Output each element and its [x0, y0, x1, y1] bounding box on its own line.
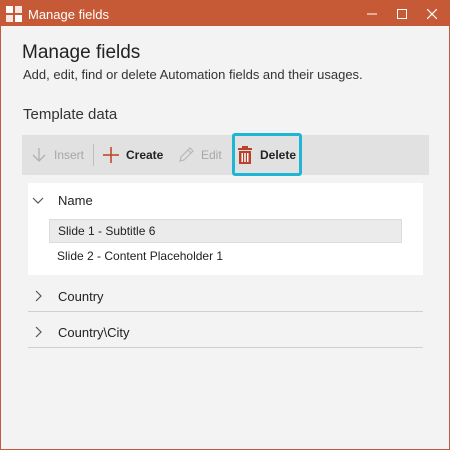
tree-group-label: Country\City: [58, 324, 130, 340]
create-label: Create: [126, 148, 164, 162]
minimize-button[interactable]: [357, 1, 387, 26]
section-title: Template data: [23, 106, 118, 123]
chevron-right-icon: [30, 288, 46, 304]
tree-group-country-city[interactable]: Country\City: [30, 317, 130, 347]
close-button[interactable]: [417, 1, 447, 26]
divider: [28, 311, 423, 312]
list-item[interactable]: Slide 2 - Content Placeholder 1: [49, 244, 402, 268]
manage-fields-window: Manage fields Manage fields Add, edit, f…: [0, 0, 450, 450]
insert-button[interactable]: Insert: [30, 135, 84, 175]
list-item-label: Slide 2 - Content Placeholder 1: [57, 249, 224, 263]
tree-group-label: Name: [58, 192, 93, 208]
chevron-down-icon: [30, 192, 46, 208]
edit-button[interactable]: Edit: [177, 135, 222, 175]
maximize-button[interactable]: [387, 1, 417, 26]
pencil-icon: [177, 146, 195, 164]
page-subtitle: Add, edit, find or delete Automation fie…: [23, 67, 363, 82]
list-item-label: Slide 1 - Subtitle 6: [58, 224, 156, 238]
toolbar-separator: [93, 144, 94, 166]
window-title: Manage fields: [28, 7, 109, 22]
page-title: Manage fields: [22, 42, 141, 63]
tree-group-country[interactable]: Country: [30, 281, 104, 311]
arrow-down-icon: [30, 146, 48, 164]
chevron-right-icon: [30, 324, 46, 340]
tree-group-name[interactable]: Name: [30, 185, 93, 215]
tree-group-label: Country: [58, 288, 104, 304]
list-item[interactable]: Slide 1 - Subtitle 6: [49, 219, 402, 243]
create-button[interactable]: Create: [102, 135, 163, 175]
title-bar[interactable]: Manage fields: [1, 1, 449, 26]
divider: [28, 347, 423, 348]
edit-label: Edit: [201, 148, 222, 162]
plus-icon: [102, 146, 120, 164]
delete-highlight: [232, 133, 302, 176]
insert-label: Insert: [54, 148, 85, 162]
toolbar: Insert Create Edit Delete: [22, 135, 429, 175]
app-icon: [6, 6, 22, 22]
